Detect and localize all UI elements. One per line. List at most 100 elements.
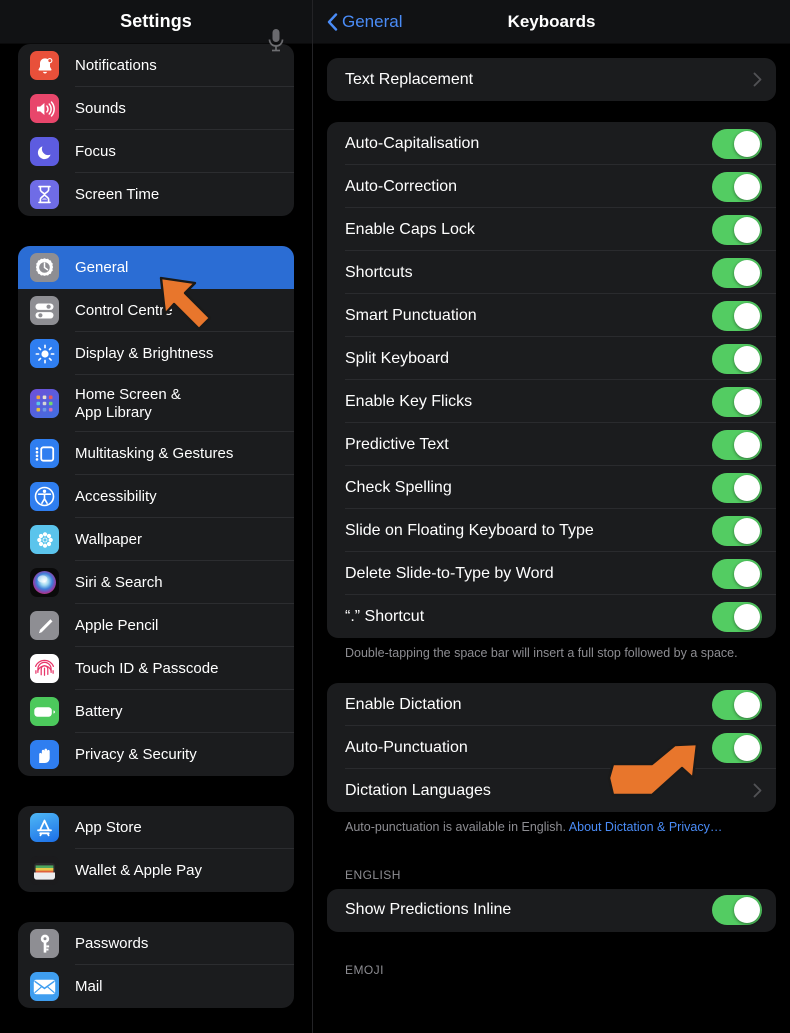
setting-row-enable-caps-lock[interactable]: Enable Caps Lock (327, 208, 776, 251)
sidebar-item-wallet-apple-pay[interactable]: Wallet & Apple Pay (18, 849, 294, 892)
sidebar-item-wallpaper[interactable]: Wallpaper (18, 518, 294, 561)
settings-sidebar: Settings Notifications Sounds Focus Screen … (0, 0, 312, 1033)
sidebar-item-mail[interactable]: Mail (18, 965, 294, 1008)
toggle-knob (734, 388, 760, 415)
section-header: ENGLISH (345, 867, 401, 882)
setting-label: Auto-Punctuation (345, 738, 468, 756)
sidebar-item-label: Display & Brightness (75, 344, 214, 362)
settings-card: Auto-Capitalisation Auto-Correction Enable… (327, 122, 776, 638)
setting-row-show-predictions-inline[interactable]: Show Predictions Inline (327, 889, 776, 932)
sidebar-item-label: Touch ID & Passcode (75, 659, 219, 677)
toggle-knob (734, 130, 760, 157)
sidebar-item-touch-id-passcode[interactable]: Touch ID & Passcode (18, 647, 294, 690)
toggle-switch[interactable] (712, 214, 762, 245)
sounds-icon (30, 94, 59, 123)
keyboards-detail-panel: General Keyboards Text Replacement Auto-C… (312, 0, 790, 1033)
setting-label: Auto-Correction (345, 177, 458, 195)
settings-section: Enable Dictation Auto-Punctuation Dictatio… (327, 683, 776, 836)
sidebar-item-notifications[interactable]: Notifications (18, 44, 294, 87)
about-dictation-privacy-link[interactable]: About Dictation & Privacy… (569, 820, 723, 834)
setting-label: Shortcuts (345, 263, 413, 281)
sidebar-item-general[interactable]: General (18, 246, 294, 289)
toggle-switch[interactable] (712, 300, 762, 331)
sidebar-item-label: Mail (75, 977, 103, 995)
sidebar-item-label: Notifications (75, 56, 157, 74)
setting-row-shortcut[interactable]: “.” Shortcut (327, 595, 776, 638)
multitasking-icon (30, 439, 59, 468)
toggle-switch[interactable] (712, 601, 762, 632)
toggle-knob (734, 345, 760, 372)
setting-row-dictation-languages[interactable]: Dictation Languages (327, 769, 776, 812)
toggle-switch[interactable] (712, 732, 762, 763)
sidebar-item-accessibility[interactable]: Accessibility (18, 475, 294, 518)
sidebar-item-focus[interactable]: Focus (18, 130, 294, 173)
sidebar-group: Passwords Mail (18, 922, 294, 1008)
setting-row-shortcuts[interactable]: Shortcuts (327, 251, 776, 294)
ipad-settings-screen: Settings Notifications Sounds Focus Screen … (0, 0, 790, 1033)
toggle-switch[interactable] (712, 472, 762, 503)
setting-row-enable-dictation[interactable]: Enable Dictation (327, 683, 776, 727)
settings-card: Enable Dictation Auto-Punctuation Dictatio… (327, 683, 776, 813)
sidebar-item-app-store[interactable]: App Store (18, 806, 294, 849)
setting-row-smart-punctuation[interactable]: Smart Punctuation (327, 294, 776, 337)
setting-label: Enable Dictation (345, 695, 462, 713)
toggle-knob (734, 431, 760, 458)
sidebar-title: Settings (120, 11, 192, 31)
control-centre-icon (30, 296, 59, 325)
sidebar-item-label: Apple Pencil (75, 616, 159, 634)
toggle-knob (734, 603, 760, 630)
setting-row-auto-capitalisation[interactable]: Auto-Capitalisation (327, 122, 776, 165)
apple-pencil-icon (30, 611, 59, 640)
toggle-switch[interactable] (712, 895, 762, 925)
setting-row-auto-correction[interactable]: Auto-Correction (327, 165, 776, 208)
back-to-general-button[interactable]: General (327, 12, 402, 32)
sidebar-item-battery[interactable]: Battery (18, 690, 294, 733)
toggle-knob (734, 560, 760, 587)
sidebar-item-sounds[interactable]: Sounds (18, 87, 294, 130)
footnote-text: Double-tapping the space bar will insert… (345, 646, 738, 660)
toggle-switch[interactable] (712, 257, 762, 288)
setting-row-enable-key-flicks[interactable]: Enable Key Flicks (327, 380, 776, 423)
sidebar-item-screen-time[interactable]: Screen Time (18, 173, 294, 216)
setting-row-slide-on-floating-keyboard-to-type[interactable]: Slide on Floating Keyboard to Type (327, 509, 776, 552)
sidebar-item-passwords[interactable]: Passwords (18, 922, 294, 965)
chevron-right-icon (753, 783, 762, 798)
toggle-switch[interactable] (712, 689, 762, 720)
settings-list[interactable]: Text Replacement Auto-Capitalisation Auto-… (313, 58, 790, 984)
setting-row-text-replacement[interactable]: Text Replacement (327, 58, 776, 101)
sidebar-item-privacy-security[interactable]: Privacy & Security (18, 733, 294, 776)
sidebar-item-label: Home Screen & App Library (75, 385, 181, 421)
toggle-switch[interactable] (712, 171, 762, 202)
toggle-switch[interactable] (712, 558, 762, 589)
setting-row-auto-punctuation[interactable]: Auto-Punctuation (327, 726, 776, 770)
sidebar-item-multitasking-gestures[interactable]: Multitasking & Gestures (18, 432, 294, 475)
setting-row-split-keyboard[interactable]: Split Keyboard (327, 337, 776, 380)
toggle-switch[interactable] (712, 429, 762, 460)
sidebar-group: Notifications Sounds Focus Screen Time (18, 44, 294, 216)
siri-icon (30, 568, 59, 597)
app-store-icon (30, 813, 59, 842)
battery-icon (30, 697, 59, 726)
section-footnote: Auto-punctuation is available in English… (327, 812, 776, 836)
sidebar-item-control-centre[interactable]: Control Centre (18, 289, 294, 332)
back-label: General (342, 11, 403, 31)
sidebar-item-label: Focus (75, 142, 116, 160)
setting-row-delete-slide-to-type-by-word[interactable]: Delete Slide-to-Type by Word (327, 552, 776, 595)
sidebar-item-home-screen-app-library[interactable]: Home Screen & App Library (18, 375, 294, 432)
toggle-switch[interactable] (712, 386, 762, 417)
setting-row-predictive-text[interactable]: Predictive Text (327, 423, 776, 466)
settings-card: Text Replacement (327, 58, 776, 101)
setting-label: Smart Punctuation (345, 306, 477, 324)
sidebar-item-label: Siri & Search (75, 573, 163, 591)
setting-label: Check Spelling (345, 478, 452, 496)
sidebar-item-siri-search[interactable]: Siri & Search (18, 561, 294, 604)
setting-row-check-spelling[interactable]: Check Spelling (327, 466, 776, 509)
toggle-switch[interactable] (712, 515, 762, 546)
sidebar-item-apple-pencil[interactable]: Apple Pencil (18, 604, 294, 647)
section-header: EMOJI (345, 962, 384, 977)
chevron-right-icon (753, 72, 762, 87)
sidebar-list[interactable]: Notifications Sounds Focus Screen Time Gener… (0, 44, 312, 1008)
sidebar-item-display-brightness[interactable]: Display & Brightness (18, 332, 294, 375)
toggle-switch[interactable] (712, 128, 762, 159)
toggle-switch[interactable] (712, 343, 762, 374)
